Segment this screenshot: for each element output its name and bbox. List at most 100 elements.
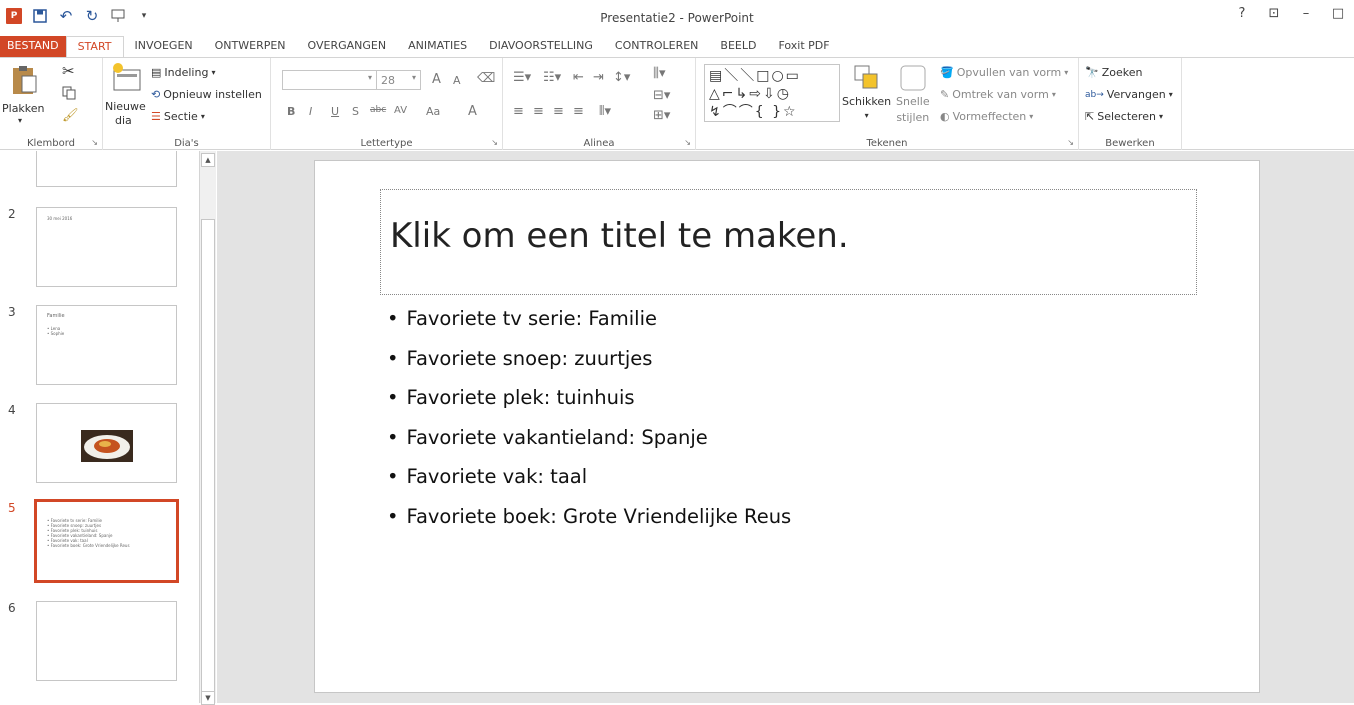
find-label: Zoeken — [1101, 66, 1143, 79]
change-case-button[interactable]: Aa — [426, 105, 440, 118]
shadow-button[interactable]: S — [352, 105, 359, 118]
tab-design[interactable]: ONTWERPEN — [204, 36, 297, 57]
shape-outline-button[interactable]: ✎ Omtrek van vorm ▾ — [940, 88, 1056, 101]
layout-icon: ▤ — [151, 66, 162, 79]
window-title: Presentatie2 - PowerPoint — [600, 11, 754, 25]
group-clipboard: Plakken ▾ ✂ 🖌 Klembord ↘ — [0, 58, 103, 150]
font-size-combo[interactable]: 28 ▾ — [376, 70, 421, 90]
clear-formatting-icon[interactable]: ⌫ — [477, 71, 495, 86]
section-button[interactable]: ☰ Sectie ▾ — [151, 110, 205, 123]
columns-icon[interactable]: ⫴▾ — [599, 104, 611, 119]
current-slide[interactable]: Klik om een titel te maken. Favoriete tv… — [314, 160, 1260, 693]
select-button[interactable]: ⇱ Selecteren ▾ — [1085, 110, 1163, 123]
justify-icon[interactable]: ≡ — [573, 104, 584, 119]
title-placeholder[interactable]: Klik om een titel te maken. — [380, 189, 1197, 295]
paste-button[interactable]: Plakken ▾ — [2, 64, 46, 130]
shapes-gallery[interactable]: ▤＼＼□○▭ △⌐↳⇨⇩◷ ↯⌒⌒{ }☆ — [704, 64, 840, 122]
character-spacing-button[interactable]: AV — [394, 105, 407, 116]
arrange-button[interactable]: Schikken ▾ — [842, 64, 891, 120]
align-text-icon[interactable]: ⊟▾ — [653, 88, 670, 103]
quick-styles-button[interactable]: Snelle stijlen — [896, 64, 930, 124]
slide-thumbnail-1[interactable] — [36, 151, 177, 187]
slide-number: 2 — [8, 207, 16, 221]
window-controls: ? ⊡ – □ — [1226, 6, 1354, 21]
ribbon-display-options-icon[interactable]: ⊡ — [1258, 6, 1290, 21]
group-slides: Nieuwe dia ▤ Indeling ▾ ⟲ Opnieuw instellen… — [103, 58, 271, 150]
minimize-button[interactable]: – — [1290, 6, 1322, 21]
layout-button[interactable]: ▤ Indeling ▾ — [151, 66, 215, 79]
slide-number-selected: 5 — [8, 501, 16, 515]
paint-bucket-icon: 🪣 — [940, 66, 954, 79]
shape-fill-label: Opvullen van vorm — [956, 66, 1062, 79]
cut-icon[interactable]: ✂ — [62, 62, 75, 80]
replace-button[interactable]: ab→ Vervangen ▾ — [1085, 88, 1173, 101]
line-spacing-icon[interactable]: ↕▾ — [613, 70, 630, 85]
grow-font-icon[interactable]: A — [432, 72, 441, 87]
bullet-item: Favoriete vak: taal — [387, 465, 791, 505]
font-name-combo[interactable]: ▾ — [282, 70, 377, 90]
slide-thumbnail-3[interactable]: Familie • Lena • Sophie — [36, 305, 177, 385]
decrease-indent-icon[interactable]: ⇤ — [573, 70, 584, 85]
dialog-launcher-icon[interactable]: ↘ — [91, 138, 98, 147]
tab-review[interactable]: CONTROLEREN — [604, 36, 710, 57]
reset-label: Opnieuw instellen — [163, 88, 262, 101]
ribbon: Plakken ▾ ✂ 🖌 Klembord ↘ Nieuwe dia ▤ Ind… — [0, 57, 1354, 150]
copy-icon[interactable] — [62, 86, 76, 100]
thumbnail-text: • Favoriete boek: Grote Vriendelijke Reu… — [47, 543, 130, 548]
new-slide-icon — [113, 63, 141, 91]
slide-thumbnail-2[interactable]: 30 mei 2016 — [36, 207, 177, 287]
align-right-icon[interactable]: ≡ — [553, 104, 564, 119]
bullet-item: Favoriete tv serie: Familie — [387, 307, 791, 347]
tab-file[interactable]: BESTAND — [0, 36, 66, 57]
tab-foxit-pdf[interactable]: Foxit PDF — [767, 36, 840, 57]
scroll-up-icon[interactable]: ▲ — [201, 153, 215, 167]
content-placeholder[interactable]: Favoriete tv serie: Familie Favoriete sn… — [387, 307, 792, 544]
bullets-icon[interactable]: ☰▾ — [513, 70, 531, 85]
group-label-font: Lettertype — [360, 138, 413, 149]
group-label-clipboard: Klembord — [27, 138, 75, 149]
slide-thumbnails-pane: 2 30 mei 2016 3 Familie • Lena • Sophie … — [0, 151, 199, 703]
tab-transitions[interactable]: OVERGANGEN — [297, 36, 398, 57]
dialog-launcher-icon[interactable]: ↘ — [491, 138, 498, 147]
strikethrough-button[interactable]: abc — [370, 105, 386, 115]
group-label-drawing: Tekenen — [866, 138, 908, 149]
scrollbar-thumb[interactable] — [201, 219, 215, 703]
tab-start[interactable]: START — [65, 36, 124, 57]
dialog-launcher-icon[interactable]: ↘ — [684, 138, 691, 147]
bold-button[interactable]: B — [287, 105, 295, 118]
slide-thumbnail-5-selected[interactable]: • Favoriete tv serie: Familie • Favoriet… — [34, 499, 179, 583]
group-paragraph: ☰▾ ☷▾ ⇤ ⇥ ↕▾ ⫼▾ ⊟▾ ⊞▾ ≡ ≡ ≡ ≡ ⫴▾ Alinea … — [503, 58, 696, 150]
numbering-icon[interactable]: ☷▾ — [543, 70, 561, 85]
tab-view[interactable]: BEELD — [709, 36, 767, 57]
shrink-font-icon[interactable]: A — [453, 74, 461, 87]
find-button[interactable]: 🔭 Zoeken — [1085, 66, 1142, 79]
paste-label: Plakken — [2, 102, 45, 115]
ribbon-tabs: BESTAND START INVOEGEN ONTWERPEN OVERGAN… — [0, 36, 1354, 57]
slide-thumbnail-4[interactable] — [36, 403, 177, 483]
tab-slideshow[interactable]: DIAVOORSTELLING — [478, 36, 604, 57]
underline-button[interactable]: U — [331, 105, 339, 118]
font-color-button[interactable]: A — [468, 104, 477, 119]
slide-thumbnail-6[interactable] — [36, 601, 177, 681]
text-direction-icon[interactable]: ⫼▾ — [653, 66, 666, 81]
align-left-icon[interactable]: ≡ — [513, 104, 524, 119]
maximize-button[interactable]: □ — [1322, 6, 1354, 21]
slide-editor: Klik om een titel te maken. Favoriete tv… — [217, 151, 1354, 703]
format-painter-icon[interactable]: 🖌 — [62, 108, 79, 123]
tab-insert[interactable]: INVOEGEN — [124, 36, 204, 57]
thumbnails-scrollbar[interactable]: ▲ ▼ — [199, 151, 216, 705]
tab-animations[interactable]: ANIMATIES — [397, 36, 478, 57]
new-slide-button[interactable]: Nieuwe dia — [105, 62, 149, 132]
shape-effects-button[interactable]: ◐ Vormeffecten ▾ — [940, 110, 1033, 123]
align-center-icon[interactable]: ≡ — [533, 104, 544, 119]
increase-indent-icon[interactable]: ⇥ — [593, 70, 604, 85]
reset-button[interactable]: ⟲ Opnieuw instellen — [151, 88, 262, 101]
clipboard-icon — [13, 66, 37, 94]
shape-fill-button[interactable]: 🪣 Opvullen van vorm ▾ — [940, 66, 1068, 79]
smartart-icon[interactable]: ⊞▾ — [653, 108, 670, 123]
help-icon[interactable]: ? — [1226, 6, 1258, 21]
italic-button[interactable]: I — [309, 105, 312, 118]
effects-icon: ◐ — [940, 110, 950, 123]
group-label-slides: Dia's — [174, 138, 199, 149]
dialog-launcher-icon[interactable]: ↘ — [1067, 138, 1074, 147]
